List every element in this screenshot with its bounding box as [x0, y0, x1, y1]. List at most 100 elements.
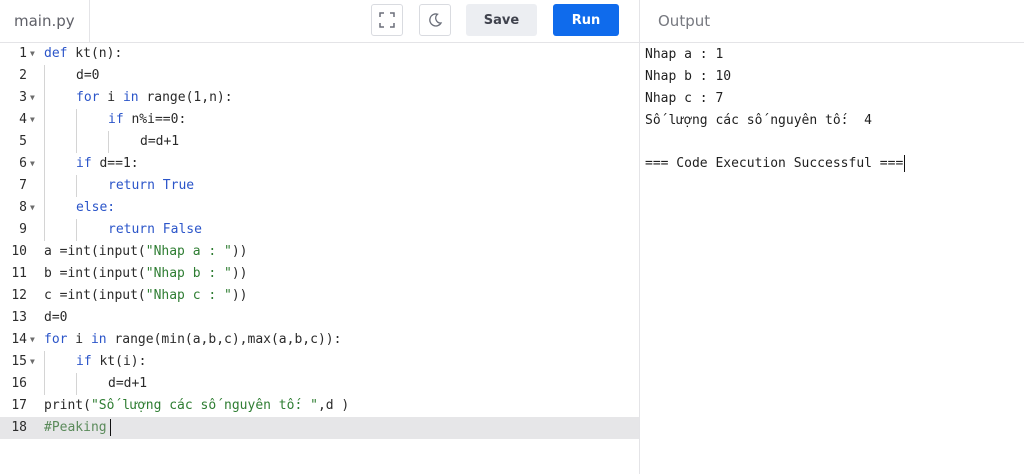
output-line: Nhap b : 10 [645, 69, 732, 84]
code-token: range(min(a,b,c),max(a,b,c)): [106, 332, 342, 347]
output-line: Nhap c : 7 [645, 91, 724, 106]
code-token: return [108, 222, 155, 237]
run-button[interactable]: Run [553, 4, 619, 36]
code-token: "Số lượng các số nguyên tố: " [90, 398, 318, 413]
fullscreen-icon [379, 12, 395, 28]
theme-toggle-button[interactable] [419, 4, 451, 36]
code-token: else: [76, 200, 116, 215]
output-status-text: === Code Execution Successful === [645, 156, 904, 171]
code-token: b =int(input( [44, 266, 146, 281]
fold-arrow-icon[interactable]: ▼ [30, 197, 38, 219]
output-tab: Output [639, 0, 1024, 42]
top-bar: main.py Save Run Output [0, 0, 1024, 43]
active-code-line[interactable]: 18 #Peaking [0, 417, 639, 439]
line-number: 10 [11, 244, 27, 259]
code-token: False [154, 222, 202, 237]
code-token: i [67, 332, 91, 347]
code-line[interactable]: 4 ▼ if n%i==0: [0, 109, 639, 131]
code-line[interactable]: 6 ▼ if d==1: [0, 153, 639, 175]
code-token: )) [231, 266, 248, 281]
save-button[interactable]: Save [466, 4, 537, 36]
moon-icon [429, 13, 443, 27]
code-line[interactable]: 13 d=0 [0, 307, 639, 329]
code-token: d=d+1 [108, 376, 148, 391]
code-token: def [44, 46, 68, 61]
line-number: 18 [11, 420, 27, 435]
code-token: for [76, 90, 100, 105]
text-cursor [109, 419, 112, 436]
line-number: 6 [19, 156, 27, 171]
line-number: 12 [11, 288, 27, 303]
code-token: ,d ) [317, 398, 350, 413]
code-line[interactable]: 3 ▼ for i in range(1,n): [0, 87, 639, 109]
code-token: kt(n): [67, 46, 123, 61]
code-token: n%i==0: [123, 112, 187, 127]
output-panel[interactable]: Nhap a : 1 Nhap b : 10 Nhap c : 7 Số lượ… [639, 43, 1024, 474]
code-line[interactable]: 8 ▼ else: [0, 197, 639, 219]
fold-arrow-icon[interactable]: ▼ [30, 153, 38, 175]
code-token: )) [231, 288, 248, 303]
code-token: if [76, 156, 92, 171]
line-number: 2 [19, 68, 27, 83]
code-token: "Nhap a : " [145, 244, 232, 259]
code-token: "Nhap c : " [145, 288, 232, 303]
line-number: 14 [11, 332, 27, 347]
fold-arrow-icon[interactable]: ▼ [30, 351, 38, 373]
output-cursor [904, 155, 906, 172]
code-token: in [122, 90, 139, 105]
code-line[interactable]: 11 b =int(input("Nhap b : ")) [0, 263, 639, 285]
line-number: 9 [19, 222, 27, 237]
code-token: i [99, 90, 123, 105]
code-line[interactable]: 15 ▼ if kt(i): [0, 351, 639, 373]
line-number: 1 [19, 46, 27, 61]
code-token: print( [44, 398, 91, 413]
code-line[interactable]: 12 c =int(input("Nhap c : ")) [0, 285, 639, 307]
line-number: 8 [19, 200, 27, 215]
code-token: )) [231, 244, 248, 259]
line-number: 13 [11, 310, 27, 325]
code-token: "Nhap b : " [145, 266, 232, 281]
code-token: if [108, 112, 124, 127]
code-token: #Peaking [44, 420, 107, 435]
code-token: for [44, 332, 68, 347]
code-editor[interactable]: 1 ▼ def kt(n): 2 d=0 3 ▼ for i in range(… [0, 43, 639, 474]
code-token: range(1,n): [138, 90, 233, 105]
code-token: True [154, 178, 195, 193]
code-line[interactable]: 16 d=d+1 [0, 373, 639, 395]
code-token: c =int(input( [44, 288, 146, 303]
output-line: Số lượng các số nguyên tố: 4 [645, 113, 872, 128]
code-line[interactable]: 10 a =int(input("Nhap a : ")) [0, 241, 639, 263]
line-number: 16 [11, 376, 27, 391]
line-number: 4 [19, 112, 27, 127]
code-token: in [90, 332, 107, 347]
code-token: d=d+1 [140, 134, 180, 149]
code-token: a =int(input( [44, 244, 146, 259]
fold-arrow-icon[interactable]: ▼ [30, 109, 38, 131]
line-number: 7 [19, 178, 27, 193]
code-token: d==1: [91, 156, 139, 171]
code-line[interactable]: 1 ▼ def kt(n): [0, 43, 639, 65]
file-tab[interactable]: main.py [0, 0, 90, 42]
line-number: 3 [19, 90, 27, 105]
code-token: return [108, 178, 155, 193]
fold-arrow-icon[interactable]: ▼ [30, 329, 38, 351]
code-line[interactable]: 2 d=0 [0, 65, 639, 87]
code-line[interactable]: 5 d=d+1 [0, 131, 639, 153]
code-line[interactable]: 9 return False [0, 219, 639, 241]
code-token: if [76, 354, 92, 369]
output-line: Nhap a : 1 [645, 47, 724, 62]
line-number: 11 [11, 266, 27, 281]
output-status-line: === Code Execution Successful === [645, 153, 906, 175]
line-number: 15 [11, 354, 27, 369]
line-number: 5 [19, 134, 27, 149]
code-line[interactable]: 17 print("Số lượng các số nguyên tố: ",d… [0, 395, 639, 417]
fold-arrow-icon[interactable]: ▼ [30, 87, 38, 109]
code-line[interactable]: 7 return True [0, 175, 639, 197]
code-token: kt(i): [91, 354, 147, 369]
fullscreen-button[interactable] [371, 4, 403, 36]
code-token: d=0 [44, 310, 68, 325]
code-line[interactable]: 14 ▼ for i in range(min(a,b,c),max(a,b,c… [0, 329, 639, 351]
line-number: 17 [11, 398, 27, 413]
code-token: d=0 [76, 68, 100, 83]
fold-arrow-icon[interactable]: ▼ [30, 43, 38, 65]
